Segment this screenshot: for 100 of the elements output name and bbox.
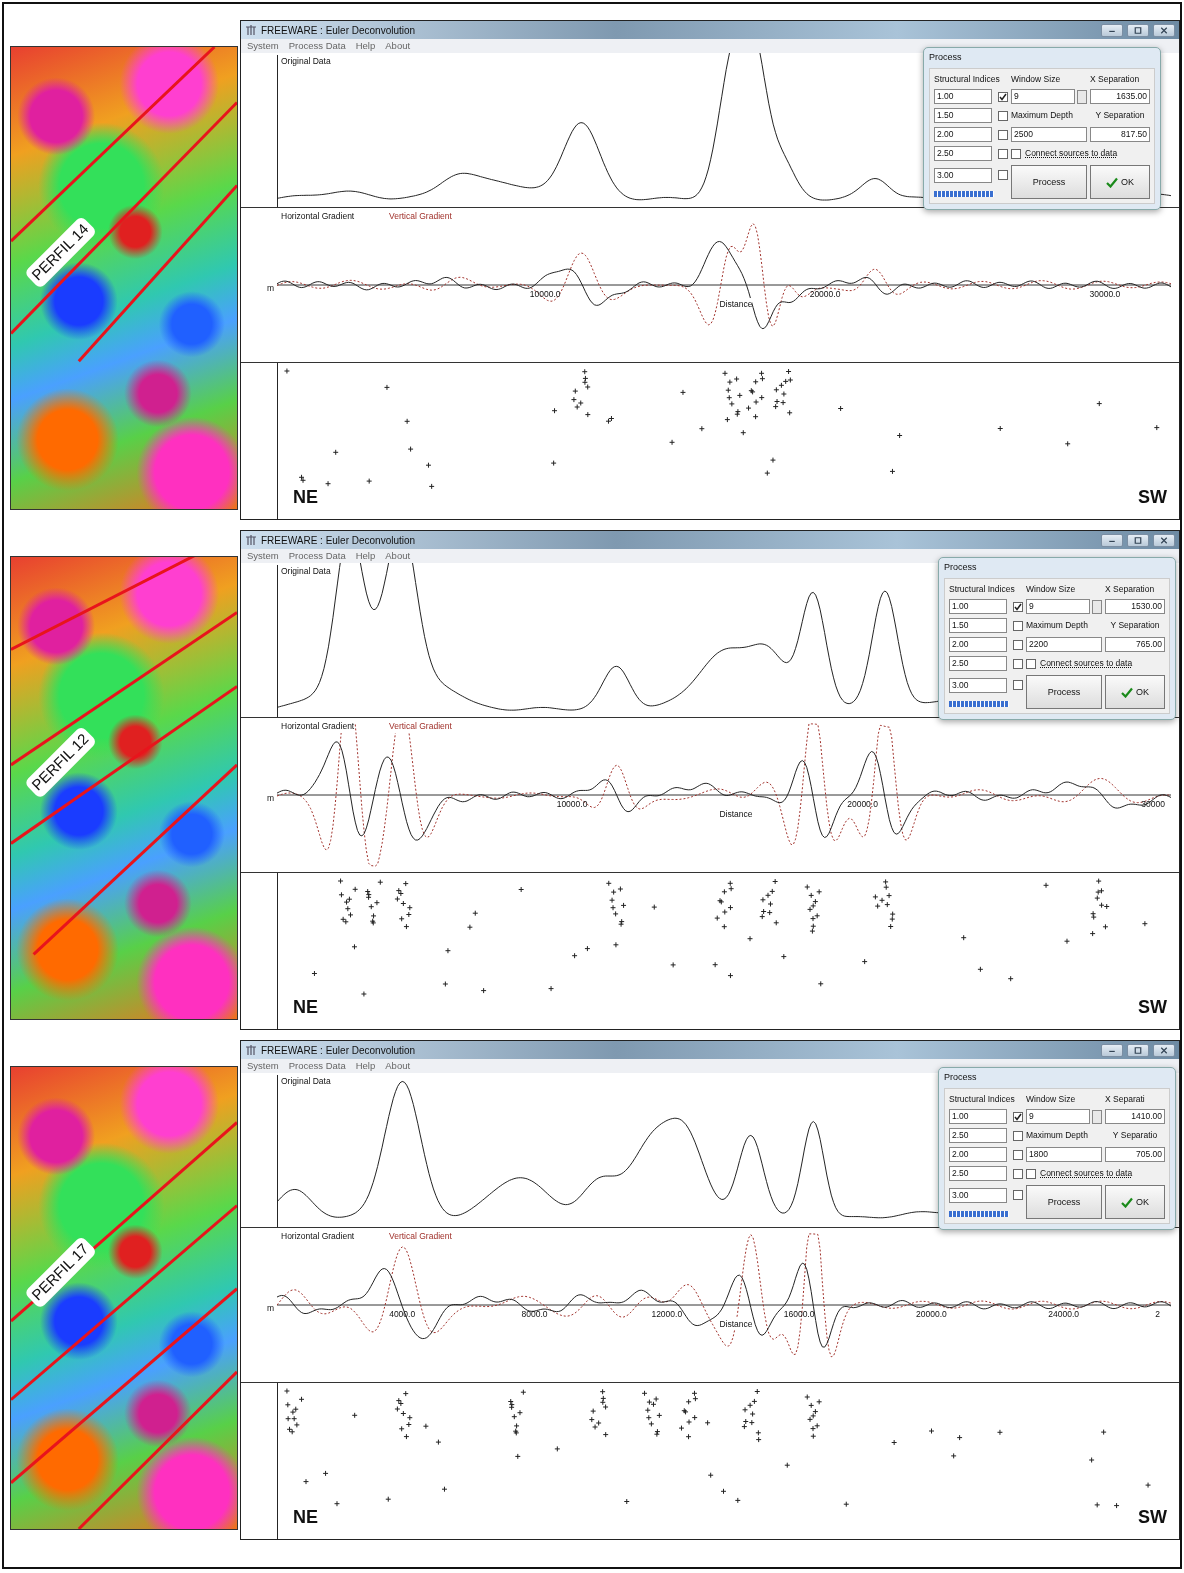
checkbox[interactable] (1013, 1149, 1023, 1160)
direction-label: NE (293, 486, 318, 509)
menu-item[interactable]: Process Data (288, 39, 346, 53)
field-label: Maximum Depth (1011, 109, 1074, 123)
checkbox[interactable] (1013, 601, 1023, 612)
column-heading: Window Size (1026, 582, 1077, 596)
checkbox[interactable] (998, 91, 1008, 102)
window-title: FREEWARE : Euler Deconvolution (261, 1043, 416, 1058)
maximize-button[interactable] (1127, 1043, 1149, 1057)
index-field[interactable]: 1.50 (934, 108, 992, 124)
x-separation-field[interactable]: 1530.00 (1105, 599, 1165, 615)
ok-button[interactable]: OK (1105, 1185, 1165, 1220)
checkbox-label[interactable]: Connect sources to data (1040, 1167, 1133, 1181)
index-field[interactable]: 2.50 (949, 656, 1007, 672)
checkbox[interactable] (1013, 1168, 1023, 1179)
close-button[interactable] (1153, 1043, 1175, 1057)
spinner-button[interactable] (1092, 1109, 1102, 1124)
x-tick-label: 10000.0 (556, 797, 588, 811)
minimize-button[interactable] (1101, 23, 1123, 37)
column-heading: Structural Indices (934, 72, 1001, 86)
menu-item[interactable]: System (247, 39, 279, 53)
check-icon (1121, 686, 1133, 698)
minimize-button[interactable] (1101, 1043, 1123, 1057)
index-field[interactable]: 2.00 (949, 637, 1007, 653)
menu-item[interactable]: Help (355, 1059, 376, 1073)
process-button[interactable]: Process (1026, 675, 1102, 710)
checkbox[interactable] (1013, 680, 1023, 690)
index-field[interactable]: 2.50 (934, 146, 992, 162)
horizontal-gradient-legend: Horizontal Gradient (281, 720, 355, 733)
close-icon (1158, 24, 1170, 36)
checkbox[interactable] (1013, 1111, 1023, 1122)
menu-item[interactable]: System (247, 549, 279, 563)
checkbox[interactable] (998, 110, 1008, 121)
checkbox[interactable] (1013, 658, 1023, 669)
window-size-field[interactable]: 9 (1026, 599, 1090, 615)
checkbox-label[interactable]: Connect sources to data (1040, 657, 1133, 671)
index-field[interactable]: 1.00 (934, 89, 992, 105)
direction-label: SW (1138, 486, 1167, 509)
checkbox[interactable] (1013, 1130, 1023, 1141)
x-axis-title: Distance (719, 1317, 753, 1331)
checkbox[interactable] (1011, 148, 1021, 159)
index-field[interactable]: 1.00 (949, 1109, 1007, 1125)
checkbox[interactable] (998, 129, 1008, 140)
max-depth-field[interactable]: 1800 (1026, 1147, 1102, 1163)
x-tick-label: 4000.0 (389, 1307, 416, 1321)
maximize-button[interactable] (1127, 23, 1149, 37)
checkbox[interactable] (1013, 639, 1023, 650)
spinner-button[interactable] (1077, 89, 1087, 104)
maximize-button[interactable] (1127, 533, 1149, 547)
checkbox[interactable] (1013, 620, 1023, 631)
x-tick-label: 30000 (1141, 797, 1165, 811)
x-tick-label: 10000.0 (529, 287, 561, 301)
index-field[interactable]: 3.00 (949, 1187, 1007, 1203)
menu-item[interactable]: System (247, 1059, 279, 1073)
check-icon (1121, 1196, 1133, 1208)
index-field[interactable]: 2.00 (949, 1147, 1007, 1163)
index-field[interactable]: 3.00 (934, 167, 992, 183)
checkbox[interactable] (998, 148, 1008, 159)
checkbox[interactable] (1026, 1168, 1036, 1179)
minimize-button[interactable] (1101, 533, 1123, 547)
max-depth-field[interactable]: 2500 (1011, 127, 1087, 143)
index-field[interactable]: 1.50 (949, 618, 1007, 634)
x-tick-label: 8000.0 (521, 1307, 548, 1321)
y-separation-field[interactable]: 817.50 (1090, 127, 1150, 143)
spinner-button[interactable] (1092, 599, 1102, 614)
menu-item[interactable]: Help (355, 549, 376, 563)
y-separation-field[interactable]: 765.00 (1105, 637, 1165, 653)
menu-item[interactable]: Help (355, 39, 376, 53)
max-depth-field[interactable]: 2200 (1026, 637, 1102, 653)
column-heading: Window Size (1011, 72, 1062, 86)
menu-item[interactable]: About (385, 549, 411, 563)
process-button[interactable]: Process (1026, 1185, 1102, 1220)
window-size-field[interactable]: 9 (1011, 89, 1075, 105)
index-field[interactable]: 2.00 (934, 127, 992, 143)
checkbox-label[interactable]: Connect sources to data (1025, 147, 1118, 161)
index-field[interactable]: 2.50 (949, 1166, 1007, 1182)
y-separation-field[interactable]: 705.00 (1105, 1147, 1165, 1163)
checkbox[interactable] (998, 170, 1008, 180)
menu-item[interactable]: Process Data (288, 549, 346, 563)
x-separation-field[interactable]: 1635.00 (1090, 89, 1150, 105)
checkbox[interactable] (1013, 1190, 1023, 1200)
ok-button[interactable]: OK (1105, 675, 1165, 710)
column-heading: X Separation (1090, 72, 1141, 86)
column-heading: Y Separatio (1111, 1129, 1159, 1143)
column-heading: Y Separation (1109, 619, 1161, 633)
window-size-field[interactable]: 9 (1026, 1109, 1090, 1125)
index-field[interactable]: 2.50 (949, 1128, 1007, 1144)
window-icon (245, 24, 257, 36)
checkbox[interactable] (1026, 658, 1036, 669)
x-separation-field[interactable]: 1410.00 (1105, 1109, 1165, 1125)
menu-item[interactable]: About (385, 1059, 411, 1073)
close-button[interactable] (1153, 533, 1175, 547)
index-field[interactable]: 1.00 (949, 599, 1007, 615)
index-field[interactable]: 3.00 (949, 677, 1007, 693)
menu-item[interactable]: Process Data (288, 1059, 346, 1073)
window-icon (245, 1044, 257, 1056)
close-button[interactable] (1153, 23, 1175, 37)
menu-item[interactable]: About (385, 39, 411, 53)
ok-button[interactable]: OK (1090, 165, 1150, 200)
process-button[interactable]: Process (1011, 165, 1087, 200)
